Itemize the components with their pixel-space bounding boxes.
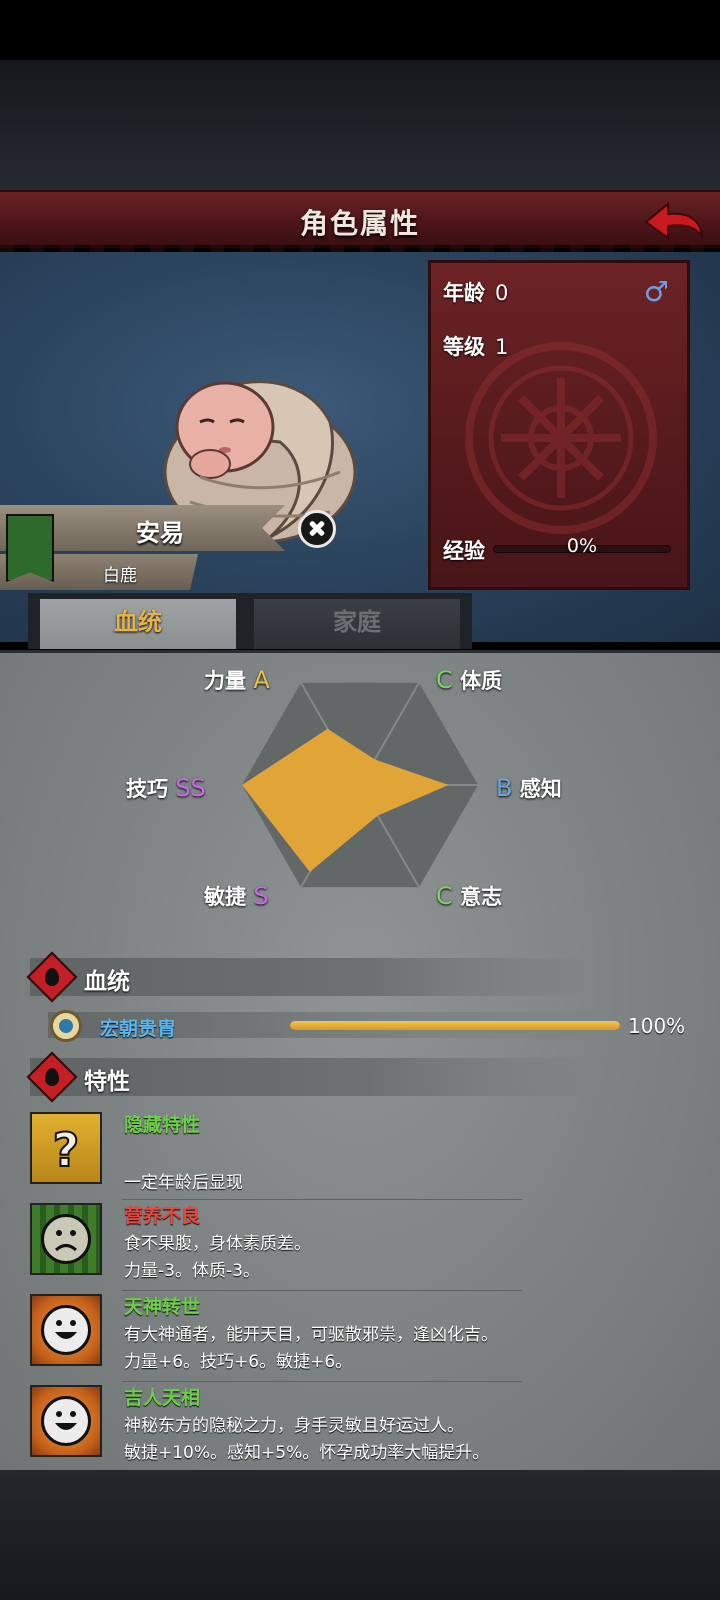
level-label: 等级 — [443, 335, 485, 359]
stat-agility-label: 敏捷 — [204, 885, 246, 909]
age-value: 0 — [495, 281, 509, 305]
bloodline-entry: 宏朝贵胄 100% — [48, 1008, 688, 1044]
trait-desc-line2: 一定年龄后显现 — [124, 1173, 243, 1193]
tab-bar: 血统 家庭 — [28, 593, 472, 649]
character-info-panel: 年龄 0 ♂ 等级 1 经验 0% — [428, 260, 690, 590]
svg-text:?: ? — [53, 1123, 80, 1177]
age-row: 年龄 0 — [443, 277, 508, 307]
stat-strength: 力量 A — [204, 665, 270, 695]
stat-skill: 技巧 SS — [126, 773, 206, 803]
traits-section-title: 特性 — [84, 1069, 130, 1095]
trait-name: 营养不良 — [124, 1205, 201, 1227]
trait-name: 天神转世 — [124, 1296, 201, 1318]
trait-item[interactable]: 营养不良 食不果腹，身体素质差。 力量-3。体质-3。 — [30, 1203, 680, 1291]
trait-name: 吉人天相 — [124, 1387, 201, 1409]
stat-skill-grade: SS — [175, 774, 206, 802]
stat-perception: B 感知 — [496, 773, 562, 803]
stat-constitution-grade: C — [436, 666, 453, 694]
stat-perception-grade: B — [496, 774, 513, 802]
bloodline-bar-fill — [290, 1021, 620, 1030]
attribute-radar-chart — [242, 682, 478, 888]
bloodline-section-title: 血统 — [84, 969, 130, 995]
trait-item[interactable]: 天神转世 有大神通者，能开天目，可驱散邪祟，逢凶化吉。 力量+6。技巧+6。敏捷… — [30, 1294, 680, 1382]
stat-strength-grade: A — [253, 666, 270, 694]
flame-icon — [26, 1051, 78, 1103]
tab-family[interactable]: 家庭 — [254, 599, 460, 649]
happy-face-icon — [30, 1294, 102, 1366]
trait-desc-line2: 力量-3。体质-3。 — [124, 1261, 260, 1281]
trait-desc-line2: 敏捷+10%。感知+5%。怀孕成功率大幅提升。 — [124, 1443, 490, 1463]
stat-agility-grade: S — [253, 882, 269, 910]
character-name: 安易 — [136, 519, 184, 547]
level-row: 等级 1 — [443, 331, 508, 361]
age-label: 年龄 — [443, 281, 485, 305]
top-background — [0, 60, 720, 190]
tab-bloodline[interactable]: 血统 — [40, 599, 236, 649]
stat-will-grade: C — [436, 882, 453, 910]
trait-desc-line1: 神秘东方的隐秘之力，身手灵敏且好运过人。 — [124, 1416, 464, 1436]
blood-drop-icon — [26, 951, 78, 1003]
trait-desc-line1: 有大神通者，能开天目，可驱散邪祟，逢凶化吉。 — [124, 1325, 498, 1345]
status-bar-area — [0, 0, 720, 60]
title-bar: 角色属性 — [0, 190, 720, 253]
clan-emblem-icon — [6, 514, 54, 582]
bloodline-section-header: 血统 — [26, 951, 590, 1003]
bottom-background — [0, 1470, 720, 1600]
celtic-knot-emblem — [465, 342, 657, 534]
exp-label: 经验 — [443, 539, 485, 563]
stat-constitution: C 体质 — [436, 665, 502, 695]
trait-item[interactable]: ? 隐藏特性 一定年龄后显现 — [30, 1112, 680, 1200]
stat-will-label: 意志 — [460, 885, 503, 909]
bloodline-percent: 100% — [628, 1014, 686, 1038]
level-value: 1 — [495, 335, 509, 359]
trait-desc-line2: 力量+6。技巧+6。敏捷+6。 — [124, 1352, 353, 1372]
back-arrow-icon[interactable] — [642, 198, 706, 246]
clan-name: 白鹿 — [103, 566, 137, 586]
bloodline-bar — [290, 1021, 620, 1030]
bloodline-name: 宏朝贵胄 — [100, 1018, 177, 1040]
stat-strength-label: 力量 — [204, 669, 246, 693]
trait-item[interactable]: 吉人天相 神秘东方的隐秘之力，身手灵敏且好运过人。 敏捷+10%。感知+5%。怀… — [30, 1385, 680, 1473]
stat-perception-label: 感知 — [519, 777, 562, 801]
stat-constitution-label: 体质 — [460, 669, 503, 693]
traits-section-header: 特性 — [26, 1051, 590, 1103]
bloodline-emblem-icon — [50, 1010, 82, 1042]
happy-face-icon — [30, 1385, 102, 1457]
close-icon[interactable] — [298, 510, 336, 548]
sad-face-icon — [30, 1203, 102, 1275]
exp-value: 0% — [566, 535, 598, 557]
question-mark-icon: ? — [30, 1112, 102, 1184]
male-symbol-icon: ♂ — [643, 275, 669, 308]
stat-will: C 意志 — [436, 881, 502, 911]
stat-skill-label: 技巧 — [126, 777, 168, 801]
trait-desc-line1: 食不果腹，身体素质差。 — [124, 1234, 311, 1254]
stat-agility: 敏捷 S — [204, 881, 269, 911]
trait-name: 隐藏特性 — [124, 1114, 201, 1136]
page-title: 角色属性 — [299, 207, 420, 240]
